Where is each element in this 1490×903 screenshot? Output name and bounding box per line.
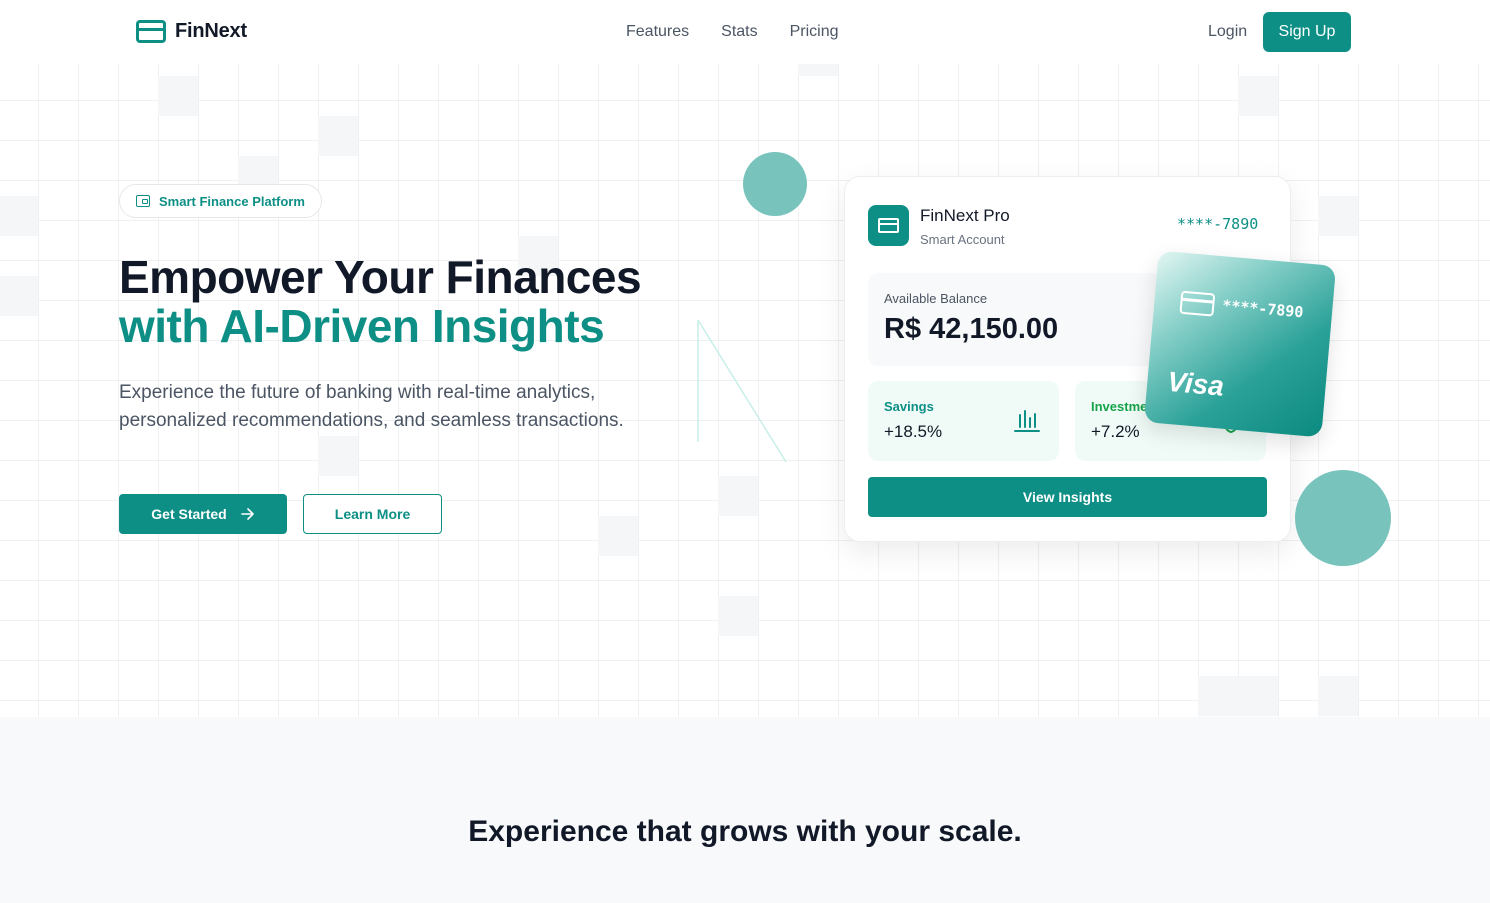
grid-cell: [1198, 676, 1238, 716]
grid-cell: [318, 436, 358, 476]
savings-stat: Savings +18.5%: [868, 381, 1059, 461]
view-insights-button[interactable]: View Insights: [868, 477, 1267, 517]
landing-page: FinNext Features Stats Pricing Login Sig…: [0, 0, 1490, 903]
balance-value: R$ 42,150.00: [884, 313, 1059, 345]
visa-card-number: ****-7890: [1221, 296, 1305, 322]
hero-section: Smart Finance Platform Empower Your Fina…: [0, 64, 1490, 717]
grid-cell: [718, 596, 758, 636]
grid-cell: [1238, 676, 1278, 716]
nav-link-features[interactable]: Features: [626, 23, 689, 41]
account-icon: [868, 205, 909, 246]
top-nav: FinNext Features Stats Pricing Login Sig…: [0, 0, 1490, 64]
investments-value: +7.2%: [1091, 422, 1140, 441]
wallet-icon: [136, 195, 150, 207]
hero-headline-accent: with AI-Driven Insights: [119, 300, 605, 352]
account-number: ****-7890: [1177, 215, 1259, 233]
savings-value: +18.5%: [884, 422, 943, 441]
login-link[interactable]: Login: [1208, 23, 1247, 41]
brand-name: FinNext: [175, 20, 247, 42]
grid-cell: [598, 516, 638, 556]
nav-link-stats[interactable]: Stats: [721, 23, 757, 41]
hero-headline: Empower Your Finances: [119, 251, 642, 303]
grid-cell: [1318, 196, 1358, 236]
credit-card-icon: [1179, 290, 1216, 317]
bar-chart-icon: [1014, 410, 1040, 432]
hero-description: Experience the future of banking with re…: [119, 382, 624, 431]
visa-brand: Visa: [1166, 365, 1226, 402]
get-started-button[interactable]: Get Started: [119, 494, 287, 534]
section-title: Experience that grows with your scale.: [468, 815, 1022, 848]
decorative-circle: [743, 152, 807, 216]
grid-cell: [318, 116, 358, 156]
signup-button[interactable]: Sign Up: [1263, 12, 1351, 52]
grid-cell: [798, 64, 838, 76]
credit-card-icon: [136, 20, 166, 43]
nav-link-pricing[interactable]: Pricing: [790, 23, 839, 41]
platform-badge: Smart Finance Platform: [119, 184, 322, 218]
grid-cell: [0, 276, 38, 316]
grid-cell: [1318, 676, 1358, 716]
grid-cell: [0, 196, 38, 236]
nav-links: Features Stats Pricing: [626, 23, 839, 41]
grid-cell: [718, 476, 758, 516]
decorative-lines: [697, 319, 787, 463]
get-started-label: Get Started: [151, 506, 227, 522]
badge-label: Smart Finance Platform: [159, 193, 305, 209]
decorative-circle: [1295, 470, 1391, 566]
scale-section: Experience that grows with your scale.: [0, 717, 1490, 903]
brand-logo[interactable]: FinNext: [136, 20, 247, 43]
learn-more-button[interactable]: Learn More: [303, 494, 442, 534]
credit-card-icon: [878, 218, 899, 233]
grid-cell: [158, 76, 198, 116]
balance-label: Available Balance: [884, 291, 988, 306]
savings-label: Savings: [884, 399, 934, 414]
visa-card: ****-7890 Visa: [1143, 250, 1337, 438]
account-subtitle: Smart Account: [920, 232, 1005, 247]
arrow-right-icon: [240, 508, 254, 520]
account-title: FinNext Pro: [920, 206, 1010, 225]
grid-cell: [1238, 76, 1278, 116]
